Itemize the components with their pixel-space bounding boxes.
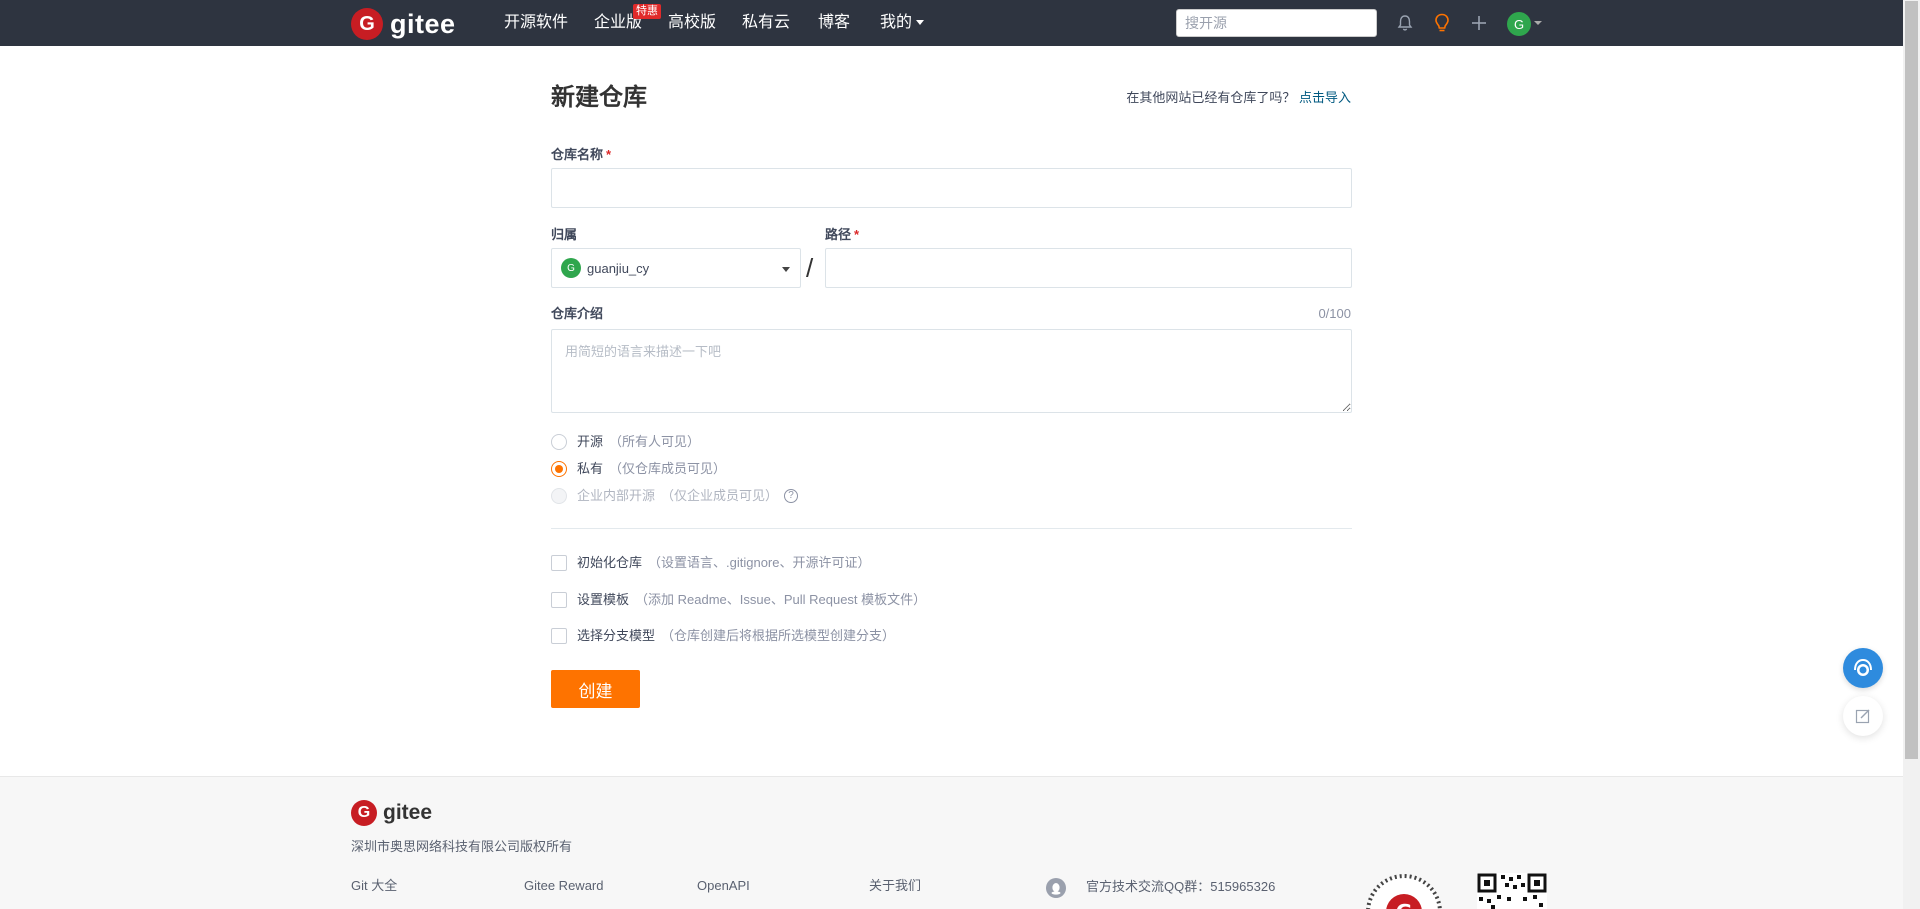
init-repo-label: 初始化仓库 bbox=[577, 555, 643, 570]
radio-public-desc: （所有人可见） bbox=[609, 434, 701, 449]
gitee-logo-text: gitee bbox=[390, 9, 456, 39]
visibility-public-option[interactable]: 开源 （所有人可见） bbox=[551, 434, 700, 450]
plus-icon[interactable] bbox=[1468, 12, 1490, 34]
radio-private-desc: （仅仓库成员可见） bbox=[609, 461, 727, 476]
footer-link-openapi[interactable]: OpenAPI bbox=[697, 878, 750, 894]
radio-private-label: 私有 bbox=[577, 461, 604, 476]
owner-select[interactable]: G guanjiu_cy bbox=[551, 248, 801, 288]
lightbulb-icon[interactable] bbox=[1431, 12, 1453, 34]
description-textarea[interactable] bbox=[551, 329, 1352, 413]
gitee-logo[interactable]: G gitee bbox=[351, 8, 456, 40]
footer-link-gitee-reward[interactable]: Gitee Reward bbox=[524, 878, 603, 894]
qr-code-icon bbox=[1477, 873, 1547, 909]
checkbox-branch-model[interactable] bbox=[551, 628, 567, 644]
vertical-scrollbar[interactable] bbox=[1903, 0, 1920, 909]
customer-service-icon[interactable] bbox=[1843, 648, 1883, 688]
chevron-down-icon bbox=[782, 267, 790, 272]
footer-logo-icon: G bbox=[351, 800, 377, 826]
nav-open-source[interactable]: 开源软件 bbox=[504, 13, 568, 33]
page-footer: G gitee 深圳市奥思网络科技有限公司版权所有 Git 大全 Gitee R… bbox=[0, 776, 1903, 909]
top-navbar: G gitee 开源软件 企业版 特惠 高校版 私有云 博客 我的 G bbox=[0, 0, 1903, 46]
radio-enterprise-desc: （仅企业成员可见） bbox=[661, 488, 779, 503]
import-hint-text: 在其他网站已经有仓库了吗？ bbox=[1126, 90, 1296, 105]
description-label: 仓库介绍 bbox=[551, 306, 604, 321]
avatar-chevron-down-icon[interactable] bbox=[1534, 21, 1542, 25]
owner-avatar: G bbox=[561, 258, 581, 278]
page-title: 新建仓库 bbox=[551, 84, 647, 111]
create-button[interactable]: 创建 bbox=[551, 670, 640, 708]
radio-enterprise-label: 企业内部开源 bbox=[577, 488, 656, 503]
import-hint: 在其他网站已经有仓库了吗？ 点击导入 bbox=[1126, 89, 1351, 107]
footer-link-about[interactable]: 关于我们 bbox=[869, 878, 921, 894]
required-mark: * bbox=[606, 147, 612, 162]
chevron-down-icon bbox=[916, 20, 925, 26]
qq-icon bbox=[1046, 878, 1066, 898]
bell-icon[interactable] bbox=[1394, 12, 1416, 34]
required-mark: * bbox=[854, 227, 860, 242]
branch-model-label: 选择分支模型 bbox=[577, 628, 656, 643]
mini-program-code-icon: G bbox=[1365, 873, 1443, 909]
help-icon[interactable]: ? bbox=[784, 489, 799, 503]
repo-name-label: 仓库名称 * bbox=[551, 147, 611, 163]
owner-name: guanjiu_cy bbox=[587, 260, 650, 276]
form-divider bbox=[551, 528, 1352, 529]
template-label: 设置模板 bbox=[577, 592, 630, 607]
radio-public[interactable] bbox=[551, 434, 567, 450]
path-label: 路径 * bbox=[825, 227, 859, 243]
init-repo-option[interactable]: 初始化仓库 （设置语言、.gitignore、开源许可证） bbox=[551, 555, 871, 571]
path-input[interactable] bbox=[825, 248, 1352, 288]
radio-enterprise bbox=[551, 488, 567, 504]
checkbox-template[interactable] bbox=[551, 592, 567, 608]
init-repo-desc: （设置语言、.gitignore、开源许可证） bbox=[648, 555, 871, 570]
repo-name-input[interactable] bbox=[551, 168, 1352, 208]
nav-blog[interactable]: 博客 bbox=[818, 13, 850, 33]
template-desc: （添加 Readme、Issue、Pull Request 模板文件） bbox=[635, 592, 927, 607]
import-link[interactable]: 点击导入 bbox=[1299, 90, 1351, 105]
nav-university[interactable]: 高校版 bbox=[668, 13, 716, 33]
feedback-edit-icon[interactable] bbox=[1843, 696, 1883, 736]
visibility-private-option[interactable]: 私有 （仅仓库成员可见） bbox=[551, 461, 726, 477]
nav-mine-dropdown[interactable]: 我的 bbox=[880, 13, 925, 33]
branch-model-option[interactable]: 选择分支模型 （仓库创建后将根据所选模型创建分支） bbox=[551, 628, 895, 644]
footer-logo-text: gitee bbox=[383, 801, 433, 824]
description-char-count: 0/100 bbox=[1318, 306, 1351, 321]
nav-mine-label: 我的 bbox=[880, 14, 913, 31]
repo-name-label-text: 仓库名称 bbox=[551, 147, 604, 162]
radio-private[interactable] bbox=[551, 461, 567, 477]
branch-model-desc: （仓库创建后将根据所选模型创建分支） bbox=[661, 628, 896, 643]
search-input[interactable] bbox=[1176, 9, 1377, 37]
path-separator: / bbox=[806, 253, 814, 283]
footer-logo[interactable]: G gitee bbox=[351, 800, 432, 826]
checkbox-init-repo[interactable] bbox=[551, 555, 567, 571]
radio-public-label: 开源 bbox=[577, 434, 604, 449]
nav-private-cloud[interactable]: 私有云 bbox=[742, 13, 790, 33]
owner-label: 归属 bbox=[551, 227, 578, 242]
qq-group-text: 官方技术交流QQ群：515965326 bbox=[1086, 879, 1276, 894]
copyright-text: 深圳市奥思网络科技有限公司版权所有 bbox=[351, 839, 573, 854]
user-avatar[interactable]: G bbox=[1507, 12, 1531, 36]
scrollbar-thumb[interactable] bbox=[1905, 1, 1918, 759]
path-label-text: 路径 bbox=[825, 227, 852, 242]
template-option[interactable]: 设置模板 （添加 Readme、Issue、Pull Request 模板文件） bbox=[551, 592, 926, 608]
enterprise-promo-badge: 特惠 bbox=[633, 4, 661, 19]
gitee-logo-icon: G bbox=[351, 8, 383, 40]
svg-text:G: G bbox=[1396, 900, 1412, 909]
footer-link-git-guide[interactable]: Git 大全 bbox=[351, 878, 397, 894]
visibility-enterprise-option: 企业内部开源 （仅企业成员可见） ? bbox=[551, 488, 799, 504]
